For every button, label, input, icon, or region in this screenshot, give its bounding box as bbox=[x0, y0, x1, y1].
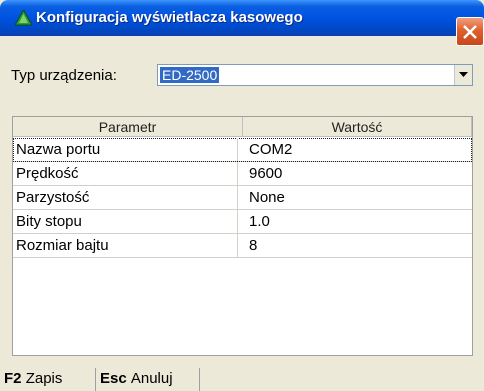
close-icon bbox=[463, 25, 477, 39]
table-row[interactable]: Prędkość 9600 bbox=[13, 162, 472, 186]
param-value[interactable]: 1.0 bbox=[249, 210, 469, 233]
parameters-grid[interactable]: Parametr Wartość Nazwa portu COM2 Prędko… bbox=[12, 116, 473, 356]
device-type-select[interactable]: ED-2500 bbox=[157, 64, 473, 86]
column-header-parameter[interactable]: Parametr bbox=[13, 117, 243, 137]
window-title: Konfiguracja wyświetlacza kasowego bbox=[36, 9, 303, 26]
save-button[interactable]: F2 Zapis bbox=[0, 368, 96, 391]
table-row[interactable]: Bity stopu 1.0 bbox=[13, 210, 472, 234]
param-value[interactable]: None bbox=[249, 186, 469, 209]
table-row[interactable]: Nazwa portu COM2 bbox=[13, 138, 472, 162]
table-row[interactable]: Parzystość None bbox=[13, 186, 472, 210]
param-value[interactable]: 9600 bbox=[249, 162, 469, 185]
param-name: Nazwa portu bbox=[16, 138, 238, 161]
param-name: Prędkość bbox=[16, 162, 238, 185]
device-type-value: ED-2500 bbox=[158, 66, 221, 84]
param-value[interactable]: COM2 bbox=[249, 138, 469, 161]
dialog-window: Konfiguracja wyświetlacza kasowego Typ u… bbox=[0, 0, 484, 391]
table-row[interactable]: Rozmiar bajtu 8 bbox=[13, 234, 472, 258]
app-icon bbox=[14, 8, 33, 26]
param-name: Bity stopu bbox=[16, 210, 238, 233]
function-key-bar: F2 Zapis Esc Anuluj bbox=[0, 368, 200, 391]
cancel-label: Anuluj bbox=[130, 370, 173, 387]
save-label: Zapis bbox=[25, 370, 63, 387]
device-type-label: Typ urządzenia: bbox=[11, 67, 117, 84]
param-value[interactable]: 8 bbox=[249, 234, 469, 257]
dropdown-button[interactable] bbox=[454, 65, 472, 85]
column-header-value[interactable]: Wartość bbox=[243, 117, 472, 137]
close-button[interactable] bbox=[456, 17, 484, 46]
param-name: Rozmiar bajtu bbox=[16, 234, 238, 257]
chevron-down-icon bbox=[459, 72, 468, 77]
param-name: Parzystość bbox=[16, 186, 238, 209]
cancel-button[interactable]: Esc Anuluj bbox=[96, 368, 200, 391]
save-shortcut-key: F2 bbox=[4, 370, 26, 387]
cancel-shortcut-key: Esc bbox=[100, 370, 131, 387]
title-bar[interactable]: Konfiguracja wyświetlacza kasowego bbox=[0, 0, 484, 46]
